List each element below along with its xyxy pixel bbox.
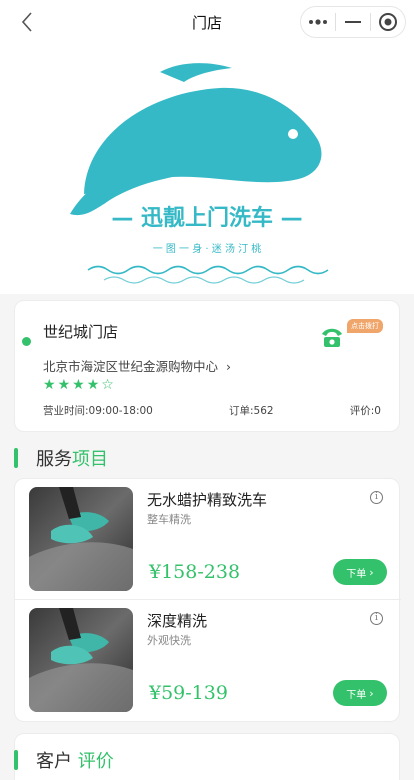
services-card: 无水蜡护精致洗车 整车精洗 i ¥158-238 下单 › 深度精洗 外观快洗 i… xyxy=(14,478,401,722)
section-title: 服务项目 xyxy=(36,449,108,470)
service-subtitle: 整车精洗 xyxy=(147,513,191,526)
store-stats: 营业时间:09:00-18:00 订单:562 评价:0 xyxy=(43,403,381,418)
brand-name: — 迅靓上门洗车 — xyxy=(111,205,302,231)
target-circle-icon[interactable] xyxy=(371,7,405,37)
services-section-header: 服务项目 xyxy=(14,446,108,470)
service-subtitle: 外观快洗 xyxy=(147,634,191,647)
order-button[interactable]: 下单 › xyxy=(333,680,387,706)
service-name: 无水蜡护精致洗车 xyxy=(147,491,268,509)
star-empty-icon: ☆ xyxy=(101,377,116,393)
store-orders: 订单:562 xyxy=(229,405,274,417)
service-name: 深度精洗 xyxy=(147,612,208,630)
service-item[interactable]: 无水蜡护精致洗车 整车精洗 i ¥158-238 下单 › xyxy=(15,479,401,597)
star-filled-icon: ★ xyxy=(86,377,102,393)
whale-logo-icon: — 迅靓上门洗车 — 一 图 一 身 · 迷 汤 汀 桃 xyxy=(70,63,329,284)
chevron-right-icon: › xyxy=(369,565,374,579)
section-bar xyxy=(14,448,18,468)
store-name: 世纪城门店 xyxy=(43,323,119,341)
store-hours: 营业时间:09:00-18:00 xyxy=(43,405,153,417)
info-icon[interactable]: i xyxy=(370,612,383,625)
service-thumbnail xyxy=(29,608,133,712)
star-filled-icon: ★ xyxy=(57,377,73,393)
chevron-right-icon: › xyxy=(226,359,231,374)
star-filled-icon: ★ xyxy=(43,377,58,393)
more-dots-icon[interactable] xyxy=(301,7,335,37)
service-thumbnail xyxy=(29,487,133,591)
service-item[interactable]: 深度精洗 外观快洗 i ¥59-139 下单 › xyxy=(15,599,401,717)
brand-tagline: 一 图 一 身 · 迷 汤 汀 桃 xyxy=(153,242,262,255)
chevron-right-icon: › xyxy=(369,686,374,700)
section-title: 客户 评价 xyxy=(36,751,114,772)
call-badge[interactable]: 点击拨打 xyxy=(347,319,383,333)
star-filled-icon: ★ xyxy=(72,377,87,393)
minimize-icon[interactable] xyxy=(336,7,370,37)
phone-icon[interactable] xyxy=(320,325,344,349)
store-address-text: 北京市海淀区世纪金源购物中心 xyxy=(43,359,219,374)
store-address[interactable]: 北京市海淀区世纪金源购物中心 › xyxy=(43,356,231,375)
status-dot xyxy=(22,337,31,346)
info-icon[interactable]: i xyxy=(370,491,383,504)
rating-stars: ★★★★☆ xyxy=(43,377,116,393)
store-reviews: 评价:0 xyxy=(349,405,381,417)
reviews-section-header: 客户 评价 xyxy=(14,748,114,772)
capsule-menu xyxy=(300,6,406,38)
section-bar xyxy=(14,750,18,770)
nav-bar: 门店 xyxy=(0,0,414,44)
service-price: ¥59-139 xyxy=(149,682,228,704)
order-button[interactable]: 下单 › xyxy=(333,559,387,585)
hero-banner: — 迅靓上门洗车 — 一 图 一 身 · 迷 汤 汀 桃 xyxy=(0,44,414,294)
store-card: 世纪城门店 点击拨打 北京市海淀区世纪金源购物中心 › ★★★★☆ 营业时间:0… xyxy=(14,300,400,432)
service-price: ¥158-238 xyxy=(149,561,241,583)
